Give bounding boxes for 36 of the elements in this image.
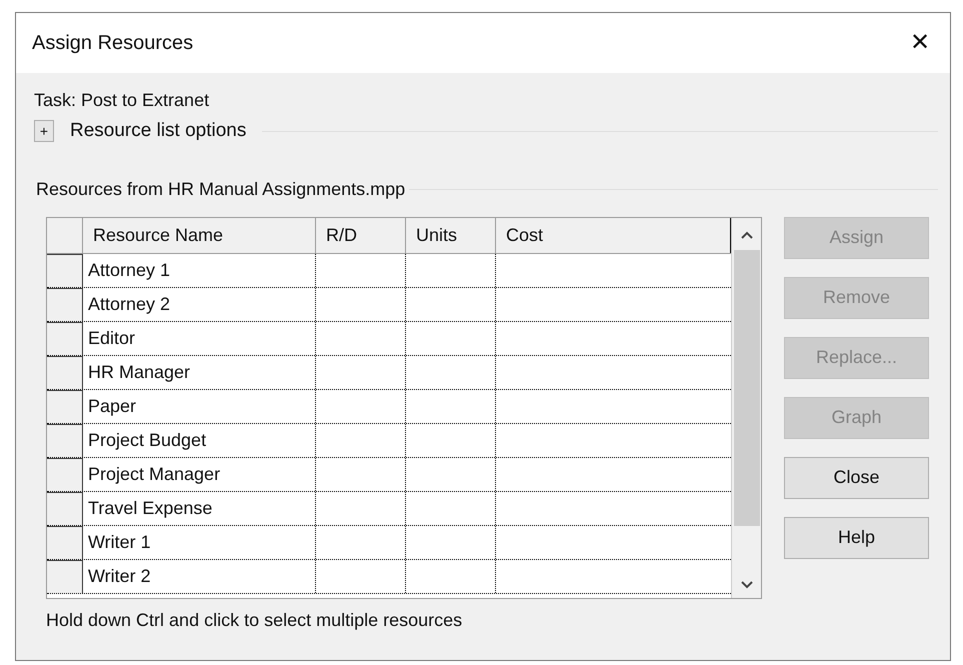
scroll-thumb[interactable] bbox=[734, 250, 760, 526]
expand-toggle[interactable]: + bbox=[34, 120, 54, 142]
hint-text: Hold down Ctrl and click to select multiple resources bbox=[46, 608, 462, 632]
row-selector[interactable] bbox=[47, 390, 83, 422]
window-title: Assign Resources bbox=[32, 31, 194, 56]
table-cell: Editor bbox=[83, 322, 316, 354]
column-header[interactable]: Units bbox=[406, 218, 496, 252]
task-label: Task: Post to Extranet bbox=[34, 89, 210, 111]
row-selector[interactable] bbox=[47, 356, 83, 388]
table-cell: HR Manager bbox=[83, 356, 316, 388]
table-cell: Writer 1 bbox=[83, 526, 316, 558]
row-selector[interactable] bbox=[47, 492, 83, 524]
row-selector[interactable] bbox=[47, 458, 83, 490]
row-selector[interactable] bbox=[47, 560, 83, 592]
dialog-button[interactable]: Close bbox=[784, 456, 929, 498]
row-selector[interactable] bbox=[47, 288, 83, 320]
section-heading: Resource list options bbox=[70, 119, 246, 143]
scrollbar[interactable] bbox=[731, 218, 761, 598]
dialog-button[interactable]: Help bbox=[784, 516, 929, 558]
row-selector[interactable] bbox=[47, 322, 83, 354]
row-selector[interactable] bbox=[47, 526, 83, 558]
close-button[interactable]: ✕ bbox=[902, 25, 938, 61]
row-selector[interactable] bbox=[47, 424, 83, 456]
table-cell: Project Budget bbox=[83, 424, 316, 456]
section-heading: Resources from HR Manual Assignments.mpp bbox=[36, 178, 406, 201]
scroll-up-icon[interactable] bbox=[740, 230, 752, 240]
table-cell: Travel Expense bbox=[83, 492, 316, 524]
table-cell: Attorney 1 bbox=[83, 254, 316, 286]
scroll-down-icon[interactable] bbox=[740, 580, 752, 590]
table-cell: Attorney 2 bbox=[83, 288, 316, 320]
row-selector[interactable] bbox=[47, 254, 83, 286]
table-cell: Writer 2 bbox=[83, 560, 316, 592]
column-header[interactable]: R/D bbox=[316, 218, 406, 252]
column-header[interactable]: Resource Name bbox=[83, 218, 316, 252]
table-cell: Project Manager bbox=[83, 458, 316, 490]
table-cell: Paper bbox=[83, 390, 316, 422]
